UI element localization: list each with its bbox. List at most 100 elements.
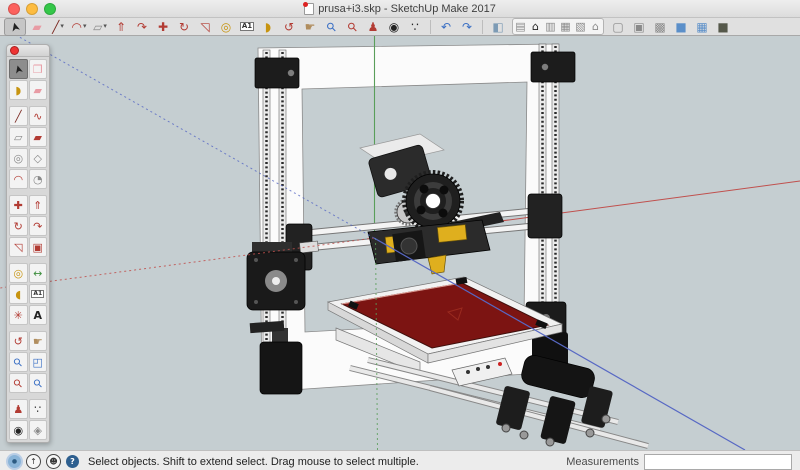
palette-axes-button[interactable]: ✳ xyxy=(9,305,28,325)
zoom-tool-button[interactable]: ⚲ xyxy=(321,19,341,35)
back-view-icon: ▦ xyxy=(560,21,570,32)
view-left-button[interactable]: ▧ xyxy=(573,20,588,34)
line-tool-button[interactable]: ╱▾ xyxy=(48,19,68,35)
redo-button[interactable]: ↷ xyxy=(457,19,477,35)
palette-position-camera-button[interactable]: ♟ xyxy=(9,399,28,419)
paint-bucket-tool-button[interactable]: ◗ xyxy=(258,19,278,35)
palette-zoom-button[interactable]: ⚲ xyxy=(9,352,28,372)
palette-move-button[interactable]: ✚ xyxy=(9,195,28,215)
palette-zoom-previous-button[interactable]: ⚲ xyxy=(29,373,48,393)
zoom-previous-icon: ⚲ xyxy=(31,376,44,389)
dropdown-caret-icon[interactable]: ▾ xyxy=(103,23,107,30)
look-around-button[interactable]: ◉ xyxy=(384,19,404,35)
push-pull-tool-button[interactable]: ⇑ xyxy=(111,19,131,35)
palette-circle-button[interactable]: ◎ xyxy=(9,148,28,168)
dropdown-caret-icon[interactable]: ▾ xyxy=(60,23,64,30)
claim-credit-icon[interactable]: ↑ xyxy=(26,454,41,469)
close-button[interactable] xyxy=(8,3,20,15)
style-back-edges-button[interactable]: ▣ xyxy=(629,19,649,35)
fullscreen-button[interactable] xyxy=(44,3,56,15)
scale-tool-button[interactable]: ◹ xyxy=(195,19,215,35)
status-bar: ● ↑ ☻ ? Select objects. Shift to extend … xyxy=(0,450,800,470)
palette-pie-button[interactable]: ◔ xyxy=(29,169,48,189)
style-hidden-line-button[interactable]: ▩ xyxy=(650,19,670,35)
palette-select-button[interactable]: ➤ xyxy=(9,59,28,79)
palette-make-component-button[interactable]: ❒ xyxy=(29,59,48,79)
model-canvas[interactable] xyxy=(0,36,800,450)
minimize-button[interactable] xyxy=(26,3,38,15)
move-tool-button[interactable]: ✚ xyxy=(153,19,173,35)
style-shaded-button[interactable]: ■ xyxy=(671,19,691,35)
palette-section-plane-button[interactable]: ◈ xyxy=(29,420,48,440)
palette-text-button[interactable]: A1 xyxy=(29,284,48,304)
walk-tool-button[interactable]: ∵ xyxy=(405,19,425,35)
viewport[interactable]: ➤❒ ◗▰ ╱∿ ▱▰ ◎◇ ◠◔ ✚⇑ ↻↷ ◹▣ ◎↔ ◖A1 ✳A ↺☛ … xyxy=(0,36,800,450)
eraser-tool-button[interactable]: ▰ xyxy=(27,19,47,35)
style-textures-button[interactable]: ▦ xyxy=(692,19,712,35)
arc-tool-button[interactable]: ◠▾ xyxy=(69,19,89,35)
palette-tape-measure-button[interactable]: ◎ xyxy=(9,263,28,283)
3d-text-icon: A xyxy=(33,310,42,321)
view-iso-button[interactable]: ◧ xyxy=(488,19,508,35)
palette-eraser-button[interactable]: ▰ xyxy=(29,80,48,100)
palette-freehand-button[interactable]: ∿ xyxy=(29,106,48,126)
right-x-end xyxy=(528,194,562,238)
palette-rotated-rectangle-button[interactable]: ▰ xyxy=(29,127,48,147)
main-toolbar: ➤ ▰ ╱▾ ◠▾ ▱▾ ⇑ ↷ ✚ ↻ ◹ ◎ A1 ◗ ↺ ☛ ⚲ ⚲ ♟ … xyxy=(0,18,800,36)
geolocation-icon[interactable]: ● xyxy=(8,455,21,468)
select-tool-button[interactable]: ➤ xyxy=(4,18,26,36)
palette-push-pull-button[interactable]: ⇑ xyxy=(29,195,48,215)
toolbar-separator xyxy=(430,20,431,34)
palette-orbit-button[interactable]: ↺ xyxy=(9,331,28,351)
palette-scale-button[interactable]: ◹ xyxy=(9,237,28,257)
rotate-tool-button[interactable]: ↻ xyxy=(174,19,194,35)
help-icon[interactable]: ? xyxy=(66,455,79,468)
palette-walk-button[interactable]: ∵ xyxy=(29,399,48,419)
palette-dimension-button[interactable]: ↔ xyxy=(29,263,48,283)
measurements-input[interactable] xyxy=(644,454,792,470)
follow-me-tool-button[interactable]: ↷ xyxy=(132,19,152,35)
style-xray-button[interactable]: ▢ xyxy=(608,19,628,35)
palette-3d-text-button[interactable]: A xyxy=(29,305,48,325)
palette-polygon-button[interactable]: ◇ xyxy=(29,148,48,168)
undo-icon: ↶ xyxy=(441,21,451,33)
dropdown-caret-icon[interactable]: ▾ xyxy=(83,23,87,30)
orbit-tool-button[interactable]: ↺ xyxy=(279,19,299,35)
palette-separator xyxy=(9,394,47,398)
style-monochrome-button[interactable]: ■ xyxy=(713,19,733,35)
select-icon: ➤ xyxy=(12,63,25,75)
zoom-extents-button[interactable]: ⚲ xyxy=(342,19,362,35)
palette-zoom-extents-button[interactable]: ⚲ xyxy=(9,373,28,393)
palette-look-around-button[interactable]: ◉ xyxy=(9,420,28,440)
palette-title-bar[interactable] xyxy=(7,45,49,57)
palette-pan-button[interactable]: ☛ xyxy=(29,331,48,351)
palette-follow-me-button[interactable]: ↷ xyxy=(29,216,48,236)
view-front-button[interactable]: ⌂ xyxy=(528,20,543,34)
sign-in-icon[interactable]: ☻ xyxy=(46,454,61,469)
tape-measure-tool-button[interactable]: ◎ xyxy=(216,19,236,35)
palette-zoom-window-button[interactable]: ◰ xyxy=(29,352,48,372)
palette-offset-button[interactable]: ▣ xyxy=(29,237,48,257)
view-right-button[interactable]: ▥ xyxy=(543,20,558,34)
palette-paint-bucket-button[interactable]: ◗ xyxy=(9,80,28,100)
top-left-clamp xyxy=(255,58,299,88)
palette-protractor-button[interactable]: ◖ xyxy=(9,284,28,304)
rectangle-tool-button[interactable]: ▱▾ xyxy=(90,19,110,35)
palette-line-button[interactable]: ╱ xyxy=(9,106,28,126)
paint-bucket-icon: ◗ xyxy=(15,85,21,96)
rotate-icon: ↻ xyxy=(179,21,189,33)
position-camera-icon: ♟ xyxy=(13,404,23,415)
pan-tool-button[interactable]: ☛ xyxy=(300,19,320,35)
palette-arc-button[interactable]: ◠ xyxy=(9,169,28,189)
tool-palette: ➤❒ ◗▰ ╱∿ ▱▰ ◎◇ ◠◔ ✚⇑ ↻↷ ◹▣ ◎↔ ◖A1 ✳A ↺☛ … xyxy=(6,44,50,443)
undo-button[interactable]: ↶ xyxy=(436,19,456,35)
view-back-button[interactable]: ▦ xyxy=(558,20,573,34)
view-home-button[interactable]: ⌂ xyxy=(588,20,603,34)
palette-rectangle-button[interactable]: ▱ xyxy=(9,127,28,147)
position-camera-button[interactable]: ♟ xyxy=(363,19,383,35)
palette-close-button[interactable] xyxy=(10,46,19,55)
text-tool-button[interactable]: A1 xyxy=(237,19,257,35)
text-icon: A1 xyxy=(240,22,254,31)
view-top-button[interactable]: ▤ xyxy=(513,20,528,34)
palette-rotate-button[interactable]: ↻ xyxy=(9,216,28,236)
